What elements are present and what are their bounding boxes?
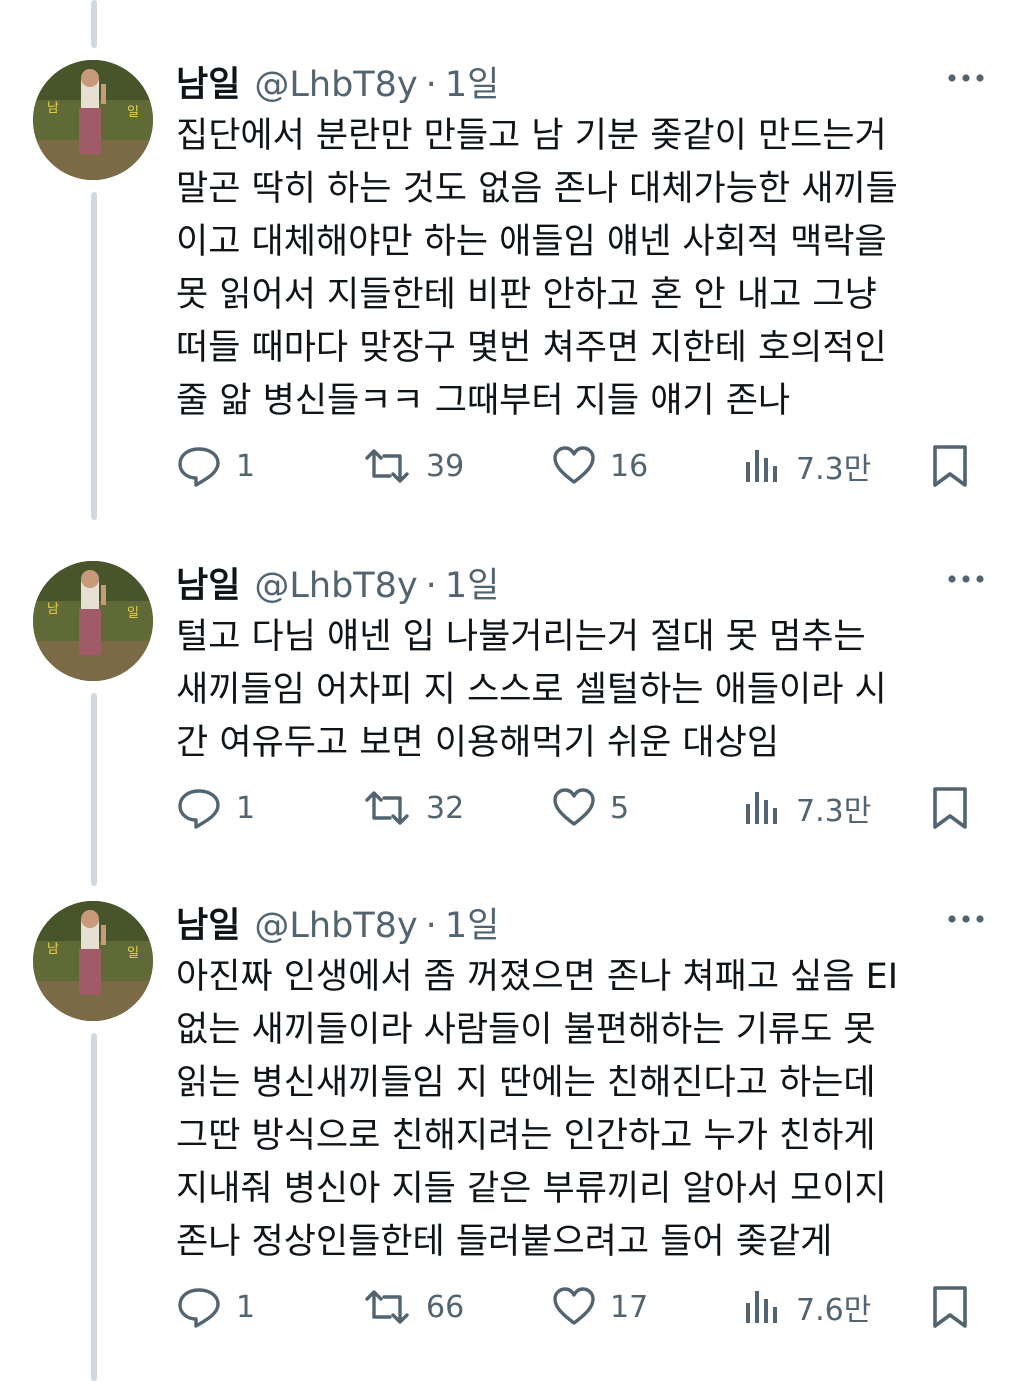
retweet-icon (362, 446, 412, 486)
tweet-text-line: 털고 다님 얘넨 입 나불거리는거 절대 못 멈추는 (176, 617, 866, 657)
thread-line-3 (91, 1033, 97, 1381)
thread-line-2 (91, 693, 97, 886)
retweet-button[interactable]: 32 (362, 784, 464, 832)
user-handle[interactable]: @LhbT8y (254, 65, 417, 105)
bookmark-button[interactable] (930, 784, 970, 832)
tweet-text-line: 말곤 딱히 하는 것도 없음 존나 대체가능한 새끼들 (176, 169, 898, 209)
views-button[interactable]: 7.3만 (742, 784, 871, 832)
bookmark-icon (930, 1284, 970, 1330)
retweet-icon (362, 788, 412, 828)
bookmark-icon (930, 443, 970, 489)
retweet-count: 32 (426, 790, 465, 826)
tweet-text-line: 떠들 때마다 맞장구 몇번 쳐주면 지한테 호의적인 (176, 328, 887, 368)
tweet-actions: 1 32 5 7.3만 (176, 784, 976, 832)
separator-dot: · (425, 65, 437, 105)
reply-icon (176, 445, 222, 487)
tweet-actions: 1 66 17 7.6만 (176, 1283, 976, 1331)
tweet-header: 남일 @LhbT8y · 1일 (176, 56, 499, 105)
reply-count: 1 (236, 1289, 256, 1325)
tweet-text-line: 간 여유두고 보면 이용해먹기 쉬운 대상임 (176, 723, 780, 763)
view-count: 7.6만 (796, 1293, 872, 1328)
tweet-text-line: 아진짜 인생에서 좀 꺼졌으면 존나 쳐패고 싶음 EI (176, 957, 899, 997)
reply-button[interactable]: 1 (176, 784, 255, 832)
display-name[interactable]: 남일 (176, 557, 240, 608)
svg-text:남: 남 (47, 602, 59, 617)
like-button[interactable]: 16 (552, 442, 648, 490)
more-icon[interactable] (946, 569, 986, 589)
view-count: 7.3만 (796, 452, 872, 487)
avatar[interactable]: 남 일 (33, 901, 153, 1021)
tweet-text-line: 줄 앎 병신들ㅋㅋ 그때부터 지들 얘기 존나 (176, 381, 791, 421)
retweet-button[interactable]: 66 (362, 1283, 464, 1331)
retweet-count: 39 (426, 448, 465, 484)
tweet-header: 남일 @LhbT8y · 1일 (176, 557, 499, 606)
tweet-header: 남일 @LhbT8y · 1일 (176, 897, 499, 946)
bookmark-button[interactable] (930, 442, 970, 490)
svg-text:일: 일 (127, 606, 139, 621)
timestamp[interactable]: 1일 (445, 557, 499, 608)
svg-text:일: 일 (127, 105, 139, 120)
user-handle[interactable]: @LhbT8y (254, 566, 417, 606)
views-icon (742, 446, 782, 486)
views-button[interactable]: 7.6만 (742, 1283, 871, 1331)
reply-button[interactable]: 1 (176, 442, 255, 490)
reply-button[interactable]: 1 (176, 1283, 255, 1331)
tweet-text-line: 못 읽어서 지들한테 비판 안하고 혼 안 내고 그냥 (176, 275, 877, 315)
user-handle[interactable]: @LhbT8y (254, 906, 417, 946)
heart-icon (552, 446, 596, 486)
tweet-text-line: 새끼들임 어차피 지 스스로 셀털하는 애들이라 시 (176, 670, 887, 710)
avatar[interactable]: 남 일 (33, 60, 153, 180)
tweet-text-line: 읽는 병신새끼들임 지 딴에는 친해진다고 하는데 (176, 1063, 876, 1103)
tweet-text-line: 이고 대체해야만 하는 애들임 얘넨 사회적 맥락을 (176, 222, 887, 262)
svg-text:남: 남 (47, 101, 59, 116)
like-count: 5 (610, 790, 630, 826)
thread-line-top (91, 0, 97, 48)
reply-icon (176, 1286, 222, 1328)
tweet-text: 아진짜 인생에서 좀 꺼졌으면 존나 쳐패고 싶음 EI 없는 새끼들이라 사람… (176, 951, 976, 1269)
tweet-text-line: 집단에서 분란만 만들고 남 기분 좆같이 만드는거 (176, 116, 887, 156)
views-icon (742, 1287, 782, 1327)
view-count: 7.3만 (796, 794, 872, 829)
like-button[interactable]: 5 (552, 784, 629, 832)
svg-text:일: 일 (127, 946, 139, 961)
svg-text:남: 남 (47, 942, 59, 957)
retweet-icon (362, 1287, 412, 1327)
bookmark-icon (930, 785, 970, 831)
tweet-text-line: 없는 새끼들이라 사람들이 불편해하는 기류도 못 (176, 1010, 876, 1050)
separator-dot: · (425, 566, 437, 606)
views-icon (742, 788, 782, 828)
timestamp[interactable]: 1일 (445, 56, 499, 107)
tweet-actions: 1 39 16 7.3만 (176, 442, 976, 490)
tweet-text-line: 그딴 방식으로 친해지려는 인간하고 누가 친하게 (176, 1116, 876, 1156)
views-button[interactable]: 7.3만 (742, 442, 871, 490)
like-count: 16 (610, 448, 649, 484)
retweet-button[interactable]: 39 (362, 442, 464, 490)
heart-icon (552, 788, 596, 828)
like-count: 17 (610, 1289, 649, 1325)
thread-line-1 (91, 192, 97, 520)
display-name[interactable]: 남일 (176, 897, 240, 948)
reply-count: 1 (236, 790, 256, 826)
retweet-count: 66 (426, 1289, 465, 1325)
timestamp[interactable]: 1일 (445, 897, 499, 948)
tweet-text-line: 존나 정상인들한테 들러붙으려고 들어 좆같게 (176, 1222, 833, 1262)
more-icon[interactable] (946, 68, 986, 88)
tweet-text: 집단에서 분란만 만들고 남 기분 좆같이 만드는거 말곤 딱히 하는 것도 없… (176, 110, 976, 428)
separator-dot: · (425, 906, 437, 946)
more-icon[interactable] (946, 909, 986, 929)
reply-count: 1 (236, 448, 256, 484)
reply-icon (176, 787, 222, 829)
tweet-text-line: 지내줘 병신아 지들 같은 부류끼리 알아서 모이지 (176, 1169, 887, 1209)
tweet-text: 털고 다님 얘넨 입 나불거리는거 절대 못 멈추는 새끼들임 어차피 지 스스… (176, 611, 976, 770)
avatar[interactable]: 남 일 (33, 561, 153, 681)
display-name[interactable]: 남일 (176, 56, 240, 107)
heart-icon (552, 1287, 596, 1327)
like-button[interactable]: 17 (552, 1283, 648, 1331)
bookmark-button[interactable] (930, 1283, 970, 1331)
